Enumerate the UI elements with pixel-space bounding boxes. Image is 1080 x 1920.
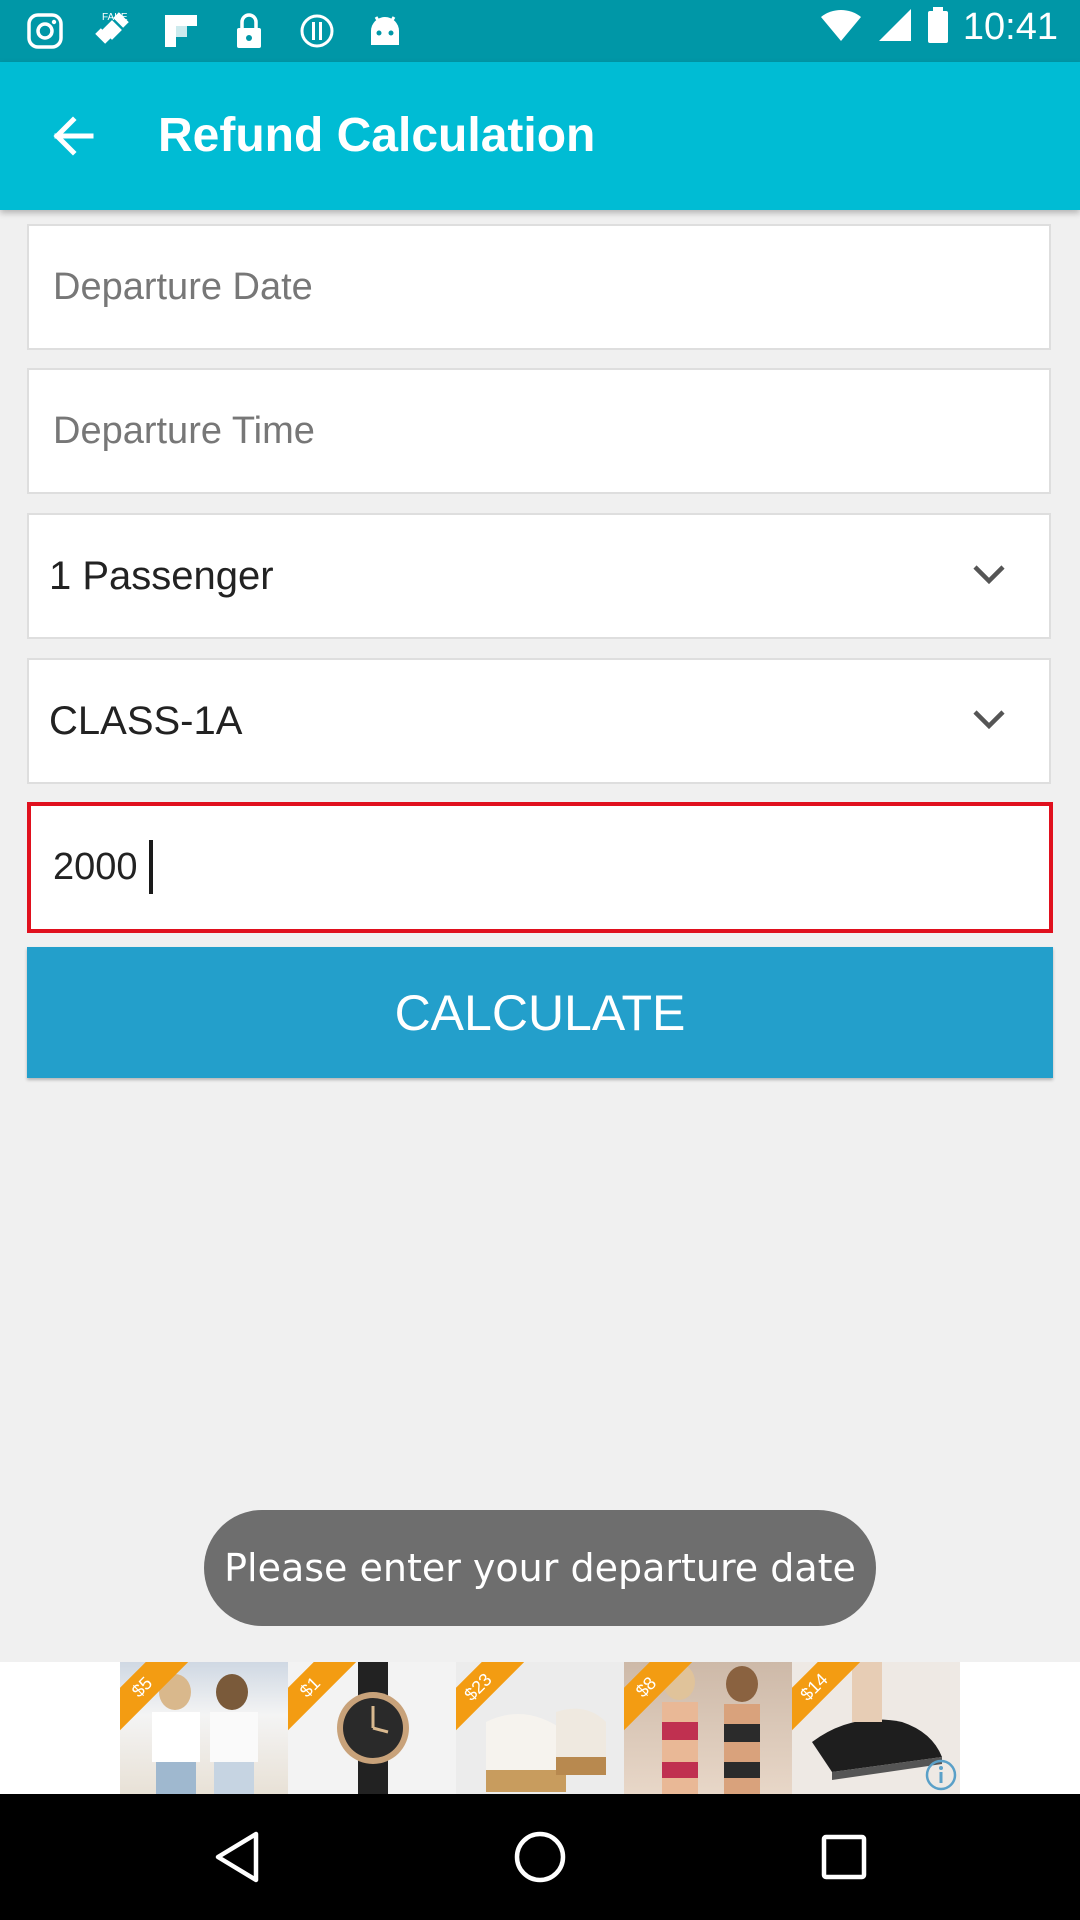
svg-text:FAKE: FAKE bbox=[102, 12, 128, 23]
nav-back-button[interactable] bbox=[207, 1827, 267, 1887]
chevron-down-icon bbox=[969, 700, 1009, 740]
fake-gps-icon: FAKE bbox=[92, 10, 134, 52]
ad-image-strip[interactable]: $5 $1 $23 $8 $14 bbox=[120, 1662, 960, 1794]
departure-date-input[interactable] bbox=[29, 226, 1049, 348]
nav-recents-button[interactable] bbox=[814, 1827, 874, 1887]
notification-icons: FAKE bbox=[24, 10, 406, 52]
navigation-bar bbox=[0, 1794, 1080, 1920]
ad-tile-shoes[interactable]: $14 bbox=[792, 1662, 960, 1794]
back-button[interactable] bbox=[38, 106, 108, 166]
passenger-selected-value: 1 Passenger bbox=[49, 554, 274, 598]
signal-icon bbox=[877, 7, 913, 48]
square-recents-icon bbox=[821, 1834, 867, 1880]
battery-icon bbox=[927, 6, 949, 49]
ticket-amount-input[interactable] bbox=[31, 806, 1049, 929]
lock-icon bbox=[228, 10, 270, 52]
ad-banner[interactable]: $5 $1 $23 $8 $14 bbox=[0, 1662, 1080, 1794]
chevron-down-icon bbox=[969, 555, 1009, 595]
wifi-icon bbox=[819, 7, 863, 48]
status-time: 10:41 bbox=[962, 6, 1058, 48]
class-select[interactable]: CLASS-1A bbox=[27, 658, 1051, 784]
nav-home-button[interactable] bbox=[510, 1827, 570, 1887]
ad-tile-fashion-tops[interactable]: $5 bbox=[120, 1662, 288, 1794]
departure-time-field[interactable] bbox=[27, 368, 1051, 494]
toast-message: Please enter your departure date bbox=[204, 1510, 876, 1626]
ad-tile-swimwear[interactable]: $8 bbox=[624, 1662, 792, 1794]
arrow-back-icon bbox=[53, 116, 94, 156]
departure-date-field[interactable] bbox=[27, 224, 1051, 350]
text-cursor bbox=[149, 840, 153, 894]
flipboard-icon bbox=[160, 10, 202, 52]
android-icon bbox=[364, 10, 406, 52]
passenger-select[interactable]: 1 Passenger bbox=[27, 513, 1051, 639]
calculate-button[interactable]: CALCULATE bbox=[27, 947, 1053, 1078]
circle-home-icon bbox=[514, 1831, 566, 1883]
page-title: Refund Calculation bbox=[158, 109, 596, 162]
status-bar: FAKE 10:41 bbox=[0, 0, 1080, 62]
triangle-back-icon bbox=[215, 1831, 259, 1883]
ticket-amount-field[interactable] bbox=[27, 802, 1053, 933]
departure-time-input[interactable] bbox=[29, 370, 1049, 492]
ad-info-icon[interactable] bbox=[924, 1758, 958, 1792]
class-selected-value: CLASS-1A bbox=[49, 699, 243, 743]
app-bar: Refund Calculation bbox=[0, 62, 1080, 210]
ad-tile-watch[interactable]: $1 bbox=[288, 1662, 456, 1794]
instagram-icon bbox=[24, 10, 66, 52]
info-icon bbox=[296, 10, 338, 52]
system-status: 10:41 bbox=[819, 6, 1058, 49]
ad-tile-sandals[interactable]: $23 bbox=[456, 1662, 624, 1794]
